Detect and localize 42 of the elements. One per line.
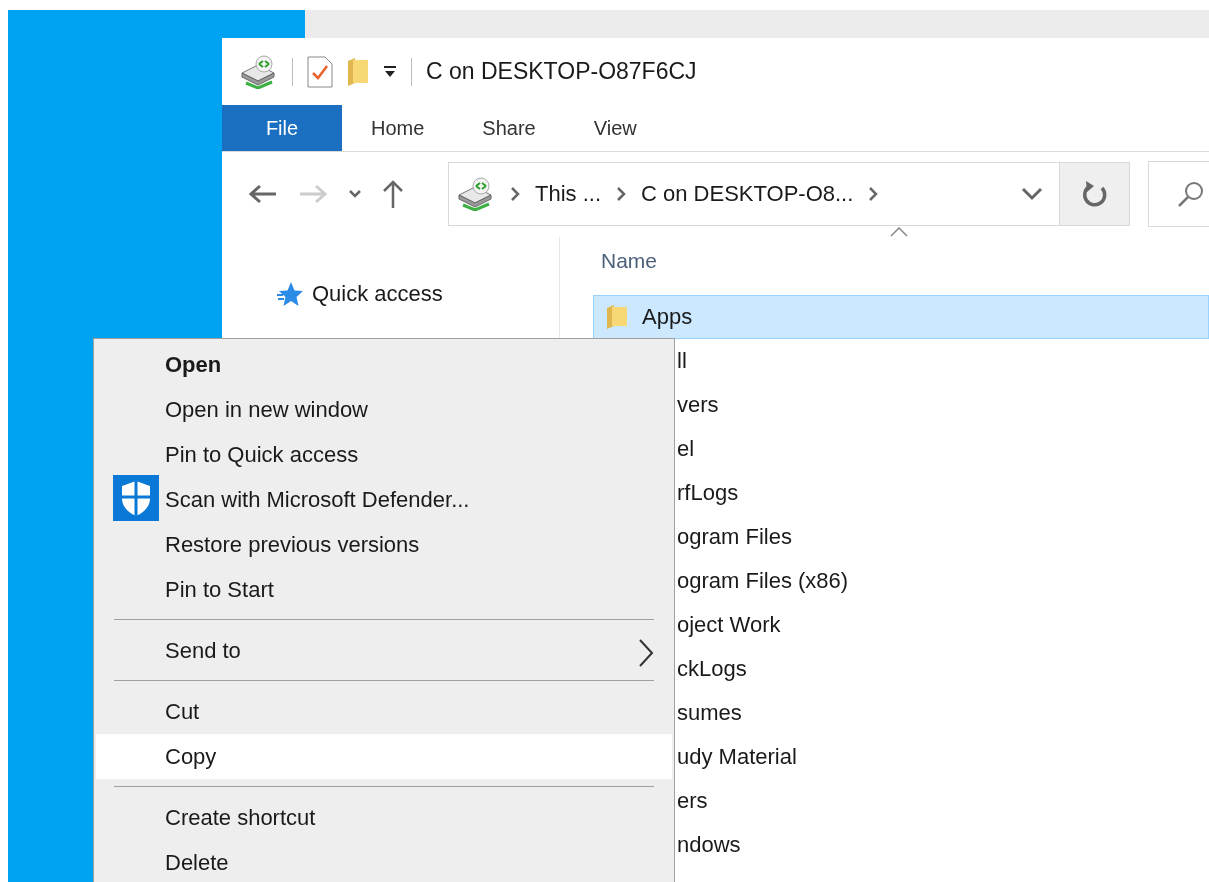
chevron-right-icon xyxy=(867,185,880,203)
menu-item[interactable]: Copy xyxy=(96,734,672,779)
network-drive-icon xyxy=(238,54,278,89)
star-icon xyxy=(276,281,304,307)
chevron-down-icon[interactable] xyxy=(1021,187,1043,201)
chevron-right-icon xyxy=(638,638,654,668)
menu-item[interactable]: Restore previous versions xyxy=(96,522,672,567)
ribbon-tab[interactable]: View xyxy=(564,105,666,151)
up-arrow-icon[interactable] xyxy=(382,179,404,209)
ribbon-tab[interactable]: Home xyxy=(342,105,454,151)
address-bar[interactable]: This ... C on DESKTOP-O8... xyxy=(448,162,1060,226)
search-icon xyxy=(1177,180,1205,208)
network-drive-icon xyxy=(455,177,495,211)
back-arrow-icon[interactable] xyxy=(248,183,278,205)
chevron-down-icon[interactable] xyxy=(348,189,362,199)
menu-item[interactable]: Delete xyxy=(96,840,672,882)
folder-icon xyxy=(606,304,628,330)
search-field[interactable] xyxy=(1148,161,1209,227)
menu-item[interactable]: Pin to Quick access xyxy=(96,432,672,477)
file-row[interactable]: Apps xyxy=(593,295,1209,339)
ribbon-tab[interactable]: Share xyxy=(453,105,565,151)
shield-icon xyxy=(113,475,159,521)
menu-item[interactable]: Open in new window xyxy=(96,387,672,432)
window-title: C on DESKTOP-O87F6CJ xyxy=(426,58,697,85)
menu-item[interactable]: Open xyxy=(96,342,672,387)
breadcrumb[interactable]: This ... xyxy=(535,181,601,207)
sort-caret-icon xyxy=(890,227,908,237)
document-check-icon[interactable] xyxy=(307,55,333,88)
ribbon-tab[interactable]: File xyxy=(222,105,342,151)
nav-item[interactable]: Quick access xyxy=(312,281,443,307)
menu-item[interactable]: Scan with Microsoft Defender... xyxy=(96,477,672,522)
menu-item[interactable]: Pin to Start xyxy=(96,567,672,612)
refresh-icon[interactable] xyxy=(1081,180,1108,208)
refresh-button[interactable] xyxy=(1060,162,1130,226)
menu-item[interactable]: Send to xyxy=(96,628,672,673)
breadcrumb[interactable]: C on DESKTOP-O8... xyxy=(641,181,854,207)
chevron-right-icon xyxy=(509,185,521,203)
chevron-right-icon xyxy=(615,185,627,203)
column-header[interactable]: Name xyxy=(601,249,658,272)
dropdown-icon[interactable] xyxy=(383,64,397,79)
menu-item[interactable]: Create shortcut xyxy=(96,795,672,840)
menu-item[interactable]: Cut xyxy=(96,689,672,734)
